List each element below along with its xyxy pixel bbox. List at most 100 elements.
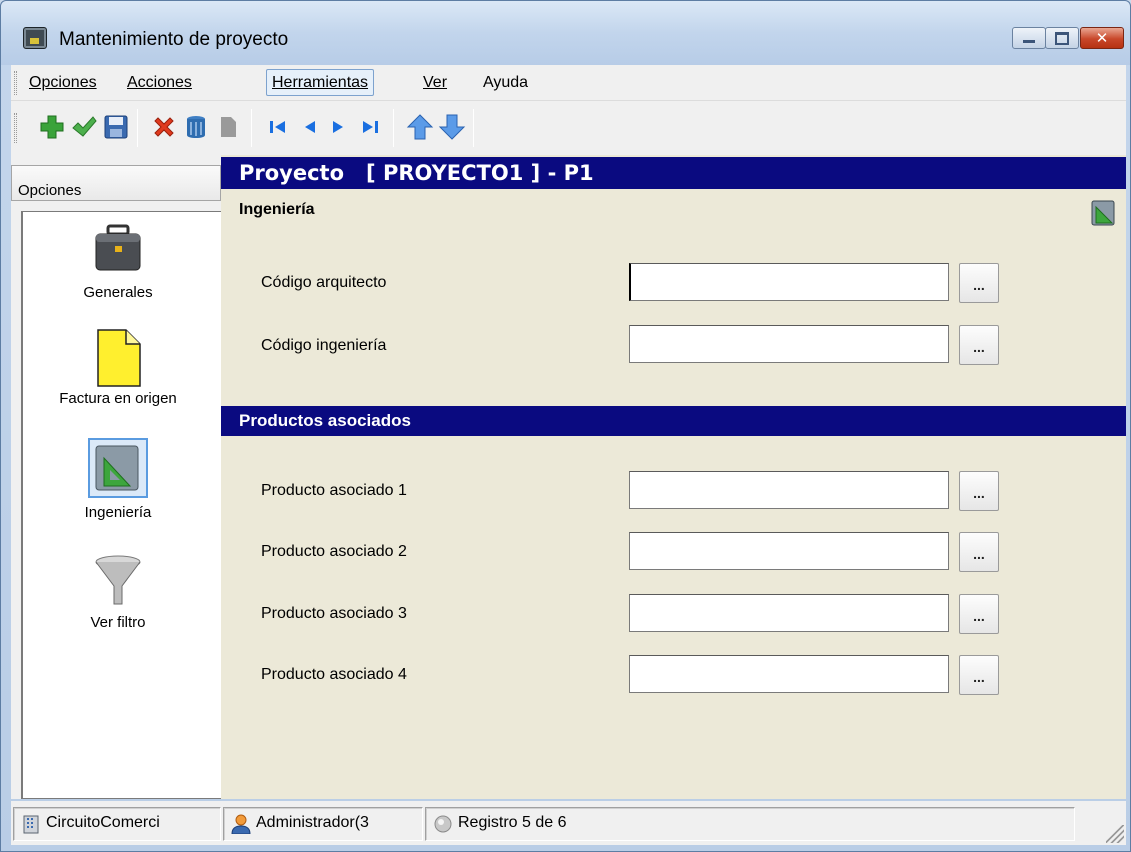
sidebar-item-label: Ingeniería bbox=[84, 504, 152, 521]
trash-icon bbox=[187, 116, 205, 138]
next-record-icon bbox=[333, 121, 343, 133]
toolbar-separator bbox=[393, 109, 394, 147]
record-indicator-icon bbox=[434, 815, 452, 833]
app-icon bbox=[23, 27, 47, 49]
field-label: Producto asociado 4 bbox=[261, 666, 407, 683]
toolbar-grip bbox=[14, 113, 17, 143]
status-company: CircuitoComerci bbox=[13, 807, 221, 841]
sidebar-item-ingenieria[interactable]: Ingeniería bbox=[23, 438, 213, 521]
field-label: Código arquitecto bbox=[261, 274, 387, 291]
producto-asociado-2-input[interactable] bbox=[629, 532, 949, 570]
project-header: Proyecto [ PROYECTO1 ] - P1 bbox=[221, 157, 1126, 189]
sidebar-item-ver-filtro[interactable]: Ver filtro bbox=[23, 552, 213, 631]
codigo-ingenieria-lookup-button[interactable]: ... bbox=[959, 325, 999, 365]
last-record-button[interactable] bbox=[355, 112, 385, 142]
disabled-button[interactable] bbox=[213, 112, 243, 142]
menu-ver[interactable]: Ver bbox=[417, 69, 453, 96]
add-button[interactable] bbox=[37, 112, 67, 142]
producto-asociado-1-lookup-button[interactable]: ... bbox=[959, 471, 999, 511]
project-header-code: [ PROYECTO1 ] - P1 bbox=[366, 161, 594, 185]
main-content: Proyecto [ PROYECTO1 ] - P1 Ingeniería Có… bbox=[221, 155, 1126, 799]
menu-herramientas-label: Herramientas bbox=[272, 74, 369, 91]
options-sidebar: Opciones Generales Factura en origen Ing… bbox=[11, 155, 221, 799]
codigo-arquitecto-input[interactable] bbox=[629, 263, 949, 301]
add-icon bbox=[40, 115, 64, 139]
building-icon bbox=[23, 815, 39, 834]
accept-button[interactable] bbox=[69, 112, 99, 142]
status-company-text: CircuitoComerci bbox=[46, 814, 160, 831]
toolbar-separator bbox=[137, 109, 138, 147]
last-record-icon bbox=[363, 121, 378, 133]
funnel-icon bbox=[90, 552, 146, 608]
products-section-header: Productos asociados bbox=[221, 406, 1126, 436]
section-title: Ingeniería bbox=[239, 201, 315, 218]
window-title: Mantenimiento de proyecto bbox=[59, 29, 289, 50]
field-label: Producto asociado 3 bbox=[261, 605, 407, 622]
check-icon bbox=[72, 116, 97, 137]
sidebar-item-label: Ver filtro bbox=[90, 614, 146, 631]
move-up-button[interactable] bbox=[405, 112, 435, 142]
sidebar-item-label: Factura en origen bbox=[59, 390, 177, 407]
menu-ayuda[interactable]: Ayuda bbox=[477, 69, 534, 96]
sidebar-item-factura[interactable]: Factura en origen bbox=[23, 328, 213, 407]
toolbar bbox=[11, 101, 1126, 155]
previous-record-button[interactable] bbox=[295, 112, 325, 142]
codigo-arquitecto-lookup-button[interactable]: ... bbox=[959, 263, 999, 303]
field-label: Producto asociado 1 bbox=[261, 482, 407, 499]
user-icon bbox=[231, 814, 251, 834]
menu-bar: Opciones Acciones Herramientas Ver Ayuda bbox=[11, 65, 1126, 101]
delete-button[interactable] bbox=[149, 112, 179, 142]
resize-grip-icon[interactable] bbox=[1106, 825, 1124, 843]
move-down-icon bbox=[438, 114, 466, 140]
sidebar-list: Generales Factura en origen Ingeniería V… bbox=[21, 211, 221, 799]
menubar-grip bbox=[14, 71, 17, 95]
move-up-icon bbox=[406, 114, 434, 140]
menu-ayuda-label: Ayuda bbox=[483, 74, 529, 91]
menu-herramientas[interactable]: Herramientas bbox=[266, 69, 375, 96]
next-record-button[interactable] bbox=[323, 112, 353, 142]
previous-record-icon bbox=[305, 121, 315, 133]
delete-icon bbox=[154, 117, 174, 137]
engineering-icon[interactable] bbox=[1090, 199, 1118, 227]
maximize-button[interactable] bbox=[1045, 27, 1079, 49]
producto-asociado-3-lookup-button[interactable]: ... bbox=[959, 594, 999, 634]
sidebar-header: Opciones bbox=[11, 165, 221, 201]
menu-acciones[interactable]: Acciones bbox=[121, 69, 198, 96]
producto-asociado-2-lookup-button[interactable]: ... bbox=[959, 532, 999, 572]
application-window: Mantenimiento de proyecto ✕ Opciones Acc… bbox=[0, 0, 1131, 852]
toolbar-separator bbox=[473, 109, 474, 147]
status-record: Registro 5 de 6 bbox=[425, 807, 1075, 841]
status-bar: CircuitoComerci Administrador(3 Registro… bbox=[11, 801, 1126, 845]
first-record-button[interactable] bbox=[263, 112, 293, 142]
move-down-button[interactable] bbox=[437, 112, 467, 142]
field-label: Producto asociado 2 bbox=[261, 543, 407, 560]
sidebar-item-generales[interactable]: Generales bbox=[23, 222, 213, 301]
minimize-button[interactable] bbox=[1012, 27, 1046, 49]
status-user: Administrador(3 bbox=[223, 807, 423, 841]
status-user-text: Administrador(3 bbox=[256, 814, 369, 831]
producto-asociado-3-input[interactable] bbox=[629, 594, 949, 632]
producto-asociado-4-input[interactable] bbox=[629, 655, 949, 693]
menu-ver-label: Ver bbox=[423, 74, 448, 91]
producto-asociado-1-input[interactable] bbox=[629, 471, 949, 509]
title-bar[interactable]: Mantenimiento de proyecto ✕ bbox=[1, 1, 1130, 65]
engineering-icon bbox=[88, 438, 148, 498]
briefcase-icon bbox=[90, 222, 146, 278]
disabled-icon bbox=[221, 117, 236, 137]
save-icon bbox=[104, 115, 128, 139]
menu-opciones[interactable]: Opciones bbox=[23, 69, 103, 96]
first-record-icon bbox=[270, 121, 285, 133]
toolbar-separator bbox=[251, 109, 252, 147]
menu-opciones-label: Opciones bbox=[29, 74, 97, 91]
sidebar-item-label: Generales bbox=[83, 284, 153, 301]
producto-asociado-4-lookup-button[interactable]: ... bbox=[959, 655, 999, 695]
menu-acciones-label: Acciones bbox=[127, 74, 192, 91]
save-button[interactable] bbox=[101, 112, 131, 142]
project-header-prefix: Proyecto bbox=[239, 161, 345, 185]
close-button[interactable]: ✕ bbox=[1080, 27, 1124, 49]
status-record-text: Registro 5 de 6 bbox=[458, 814, 567, 831]
codigo-ingenieria-input[interactable] bbox=[629, 325, 949, 363]
field-label: Código ingeniería bbox=[261, 337, 387, 354]
document-icon bbox=[90, 328, 146, 387]
trash-button[interactable] bbox=[181, 112, 211, 142]
